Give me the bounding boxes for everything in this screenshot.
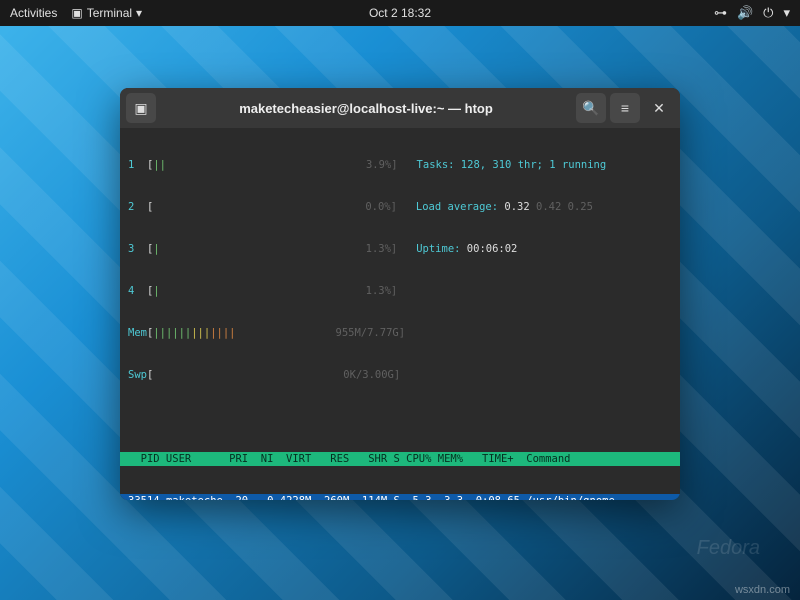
- close-icon: ✕: [653, 100, 665, 117]
- terminal-content[interactable]: 1 [||3.9%] Tasks: 128, 310 thr; 1 runnin…: [120, 128, 680, 500]
- activities-button[interactable]: Activities: [10, 6, 57, 20]
- window-titlebar: ▣ maketecheasier@localhost-live:~ — htop…: [120, 88, 680, 128]
- mem-value: 955M/7.77G]: [336, 327, 406, 339]
- cpu3-label: 3: [128, 243, 134, 255]
- search-button[interactable]: 🔍: [576, 93, 606, 123]
- app-menu[interactable]: ▣ Terminal ▾: [71, 6, 142, 20]
- cpu3-pct: 1.3%]: [366, 243, 398, 255]
- search-icon: 🔍: [582, 100, 599, 117]
- power-icon[interactable]: ⏻: [763, 5, 773, 21]
- swp-value: 0K/3.00G]: [343, 369, 400, 381]
- close-button[interactable]: ✕: [644, 93, 674, 123]
- volume-icon[interactable]: 🔊: [737, 5, 753, 21]
- clock[interactable]: Oct 2 18:32: [369, 6, 431, 20]
- process-row[interactable]: 33514 maketeche 20 0 4228M 260M 114M S 5…: [120, 494, 680, 500]
- cpu1-pct: 3.9%]: [366, 159, 398, 171]
- terminal-icon: ▣: [71, 6, 82, 20]
- cpu1-label: 1: [128, 159, 134, 171]
- cpu4-label: 4: [128, 285, 134, 297]
- chevron-down-icon: ▾: [783, 5, 790, 21]
- tasks-summary: Tasks: 128, 310 thr; 1 running: [417, 159, 607, 171]
- network-icon[interactable]: ⊶: [714, 5, 727, 21]
- hamburger-icon: ≡: [621, 100, 629, 116]
- cpu2-label: 2: [128, 201, 134, 213]
- new-tab-button[interactable]: ▣: [126, 93, 156, 123]
- terminal-icon: ▣: [134, 100, 147, 117]
- uptime-value: 00:06:02: [467, 243, 518, 255]
- load-label: Load average:: [416, 201, 505, 213]
- uptime-label: Uptime:: [416, 243, 467, 255]
- swp-label: Swp: [128, 369, 147, 381]
- cpu4-pct: 1.3%]: [366, 285, 398, 297]
- source-watermark: wsxdn.com: [735, 584, 790, 596]
- window-title: maketecheasier@localhost-live:~ — htop: [162, 101, 570, 116]
- process-header: PID USER PRI NI VIRT RES SHR S CPU% MEM%…: [120, 452, 680, 466]
- mem-label: Mem: [128, 327, 147, 339]
- terminal-window: ▣ maketecheasier@localhost-live:~ — htop…: [120, 88, 680, 500]
- chevron-down-icon: ▾: [136, 6, 142, 20]
- gnome-topbar: Activities ▣ Terminal ▾ Oct 2 18:32 ⊶ 🔊 …: [0, 0, 800, 26]
- menu-button[interactable]: ≡: [610, 93, 640, 123]
- cpu2-pct: 0.0%]: [365, 201, 397, 213]
- fedora-watermark: Fedora: [697, 537, 760, 560]
